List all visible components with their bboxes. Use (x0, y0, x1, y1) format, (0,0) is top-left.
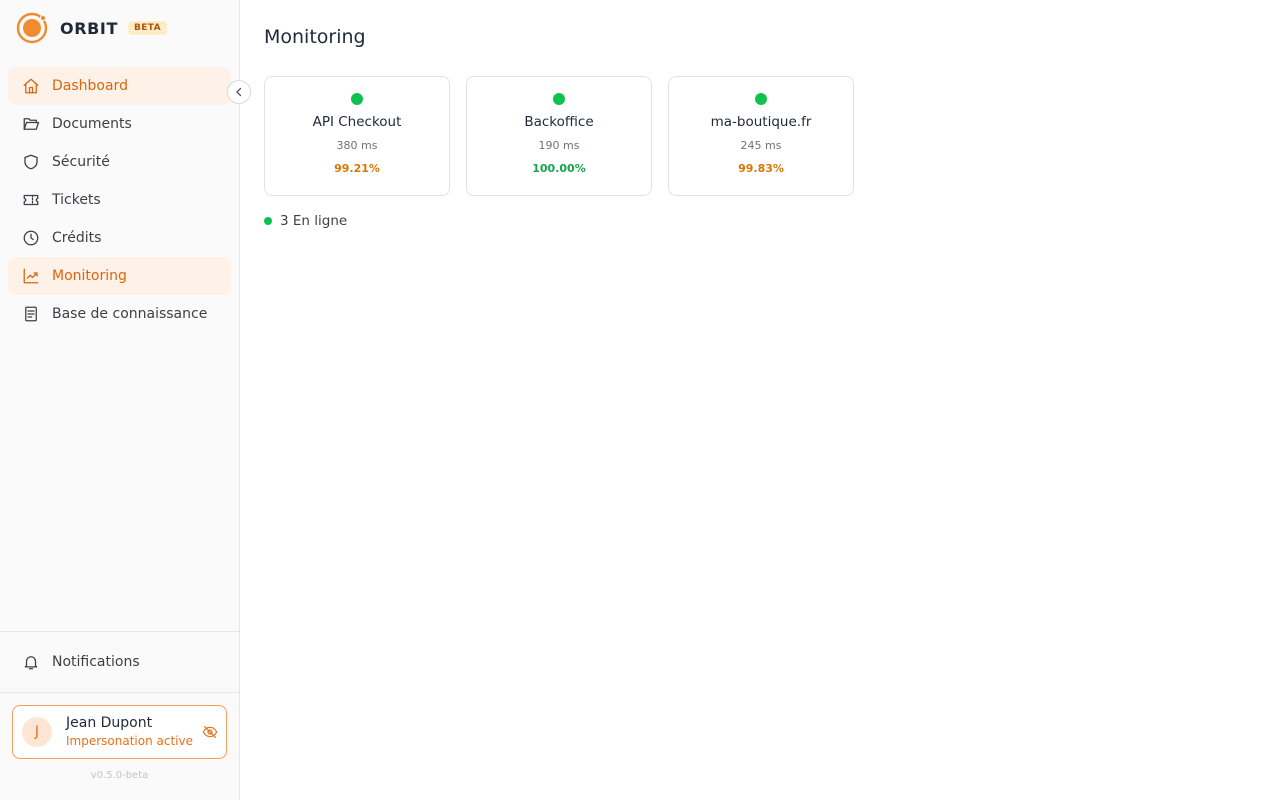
home-icon (22, 77, 40, 95)
app-version: v0.5.0-beta (90, 770, 149, 781)
user-name: Jean Dupont (66, 715, 153, 731)
impersonation-status: Impersonation active (66, 734, 193, 748)
ticket-icon (22, 191, 40, 209)
sidebar-divider (0, 631, 239, 632)
sidebar-item-label: Documents (52, 116, 132, 132)
trending-up-icon (22, 267, 40, 285)
sidebar-item-label: Monitoring (52, 268, 127, 284)
brand-name: ORBIT (60, 18, 118, 38)
monitor-card-api-checkout[interactable]: API Checkout 380 ms 99.21% (264, 76, 450, 196)
sidebar-collapse-button[interactable] (227, 80, 251, 104)
monitor-latency: 380 ms (336, 139, 378, 152)
monitor-name: Backoffice (524, 114, 594, 130)
monitor-uptime: 99.83% (738, 162, 784, 175)
chevron-left-icon (236, 87, 242, 97)
monitor-latency: 190 ms (538, 139, 580, 152)
status-dot (755, 93, 767, 105)
sidebar-item-base-de-connaissance[interactable]: Base de connaissance (8, 295, 231, 333)
avatar: J (22, 717, 52, 747)
monitor-name: ma-boutique.fr (710, 114, 812, 130)
sidebar-item-securite[interactable]: Sécurité (8, 143, 231, 181)
online-summary: 3 En ligne (264, 213, 347, 229)
online-count: 3 En ligne (280, 213, 348, 229)
sidebar-item-dashboard[interactable]: Dashboard (8, 67, 231, 105)
document-list-icon (22, 305, 40, 323)
sidebar-nav: Dashboard Documents Sécurité Tickets Cré… (8, 67, 231, 333)
clock-icon (22, 229, 40, 247)
sidebar-item-tickets[interactable]: Tickets (8, 181, 231, 219)
monitor-cards: API Checkout 380 ms 99.21% Backoffice 19… (264, 76, 854, 196)
brand[interactable]: ORBIT BETA (16, 11, 167, 45)
shield-icon (22, 153, 40, 171)
user-info: Jean Dupont Impersonation active (66, 715, 202, 749)
orbit-logo-icon (16, 12, 48, 44)
monitor-uptime: 99.21% (334, 162, 380, 175)
sidebar-item-label: Dashboard (52, 78, 128, 94)
sidebar-item-documents[interactable]: Documents (8, 105, 231, 143)
eye-off-icon[interactable] (202, 724, 218, 740)
page-title: Monitoring (264, 26, 366, 48)
sidebar-item-credits[interactable]: Crédits (8, 219, 231, 257)
sidebar-divider (0, 692, 239, 693)
sidebar-item-label: Crédits (52, 230, 102, 246)
sidebar-item-label: Base de connaissance (52, 306, 208, 322)
folder-open-icon (22, 115, 40, 133)
sidebar-item-label: Tickets (52, 192, 101, 208)
monitor-name: API Checkout (312, 114, 402, 130)
monitor-card-backoffice[interactable]: Backoffice 190 ms 100.00% (466, 76, 652, 196)
beta-badge: BETA (127, 21, 167, 35)
status-dot (553, 93, 565, 105)
monitor-latency: 245 ms (740, 139, 782, 152)
sidebar-item-monitoring[interactable]: Monitoring (8, 257, 231, 295)
bell-icon (22, 653, 40, 671)
monitor-uptime: 100.00% (532, 162, 586, 175)
status-dot (351, 93, 363, 105)
user-card[interactable]: J Jean Dupont Impersonation active (12, 705, 227, 759)
sidebar-item-label: Notifications (52, 654, 140, 670)
monitor-card-ma-boutique[interactable]: ma-boutique.fr 245 ms 99.83% (668, 76, 854, 196)
sidebar: ORBIT BETA Dashboard Documents Sécurité (0, 0, 240, 800)
status-dot (264, 217, 272, 225)
notifications-section: Notifications (8, 643, 231, 681)
sidebar-item-label: Sécurité (52, 154, 110, 170)
sidebar-item-notifications[interactable]: Notifications (8, 643, 231, 681)
